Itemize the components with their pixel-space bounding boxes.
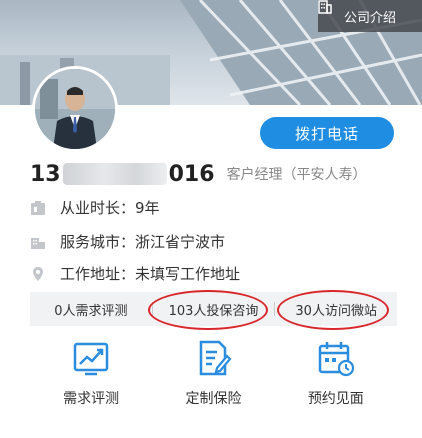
highlight-ring-consult — [148, 290, 268, 330]
phone-suffix: 016 — [168, 161, 215, 187]
info-value: 未填写工作地址 — [135, 265, 241, 283]
calendar-icon — [318, 342, 354, 377]
info-value: 9年 — [135, 199, 160, 217]
stat-text: 0人需求评测 — [54, 303, 128, 319]
avatar — [32, 66, 118, 152]
chart-icon — [73, 342, 109, 376]
info-row-city: 服务城市： 浙江省宁波市 — [30, 231, 225, 252]
info-row-experience: 从业时长： 9年 — [30, 197, 160, 218]
location-icon — [33, 266, 43, 281]
info-label: 工作地址： — [60, 265, 136, 283]
phone-prefix: 13 — [30, 161, 61, 187]
highlight-ring-visits — [277, 290, 389, 330]
company-intro-label: 公司介绍 — [343, 10, 396, 26]
feature-label: 预约见面 — [307, 391, 364, 407]
company-intro-button[interactable]: 公司介绍 — [318, 0, 422, 32]
document-edit-icon — [200, 340, 232, 376]
experience-icon — [31, 200, 45, 215]
phone-row: 13 016 客户经理（平安人寿） — [30, 160, 367, 188]
info-label: 服务城市： — [60, 233, 136, 251]
stat-needs-assessment[interactable]: 0人需求评测 — [30, 300, 152, 319]
feature-label: 需求评测 — [63, 391, 120, 407]
phone-masked-digits — [62, 163, 167, 185]
agent-photo — [35, 69, 115, 149]
feature-needs-assessment[interactable]: 需求评测 — [41, 338, 141, 408]
call-button[interactable]: 拨打电话 — [260, 117, 394, 149]
feature-label: 定制保险 — [185, 391, 242, 407]
info-row-address: 工作地址： 未填写工作地址 — [30, 263, 240, 284]
feature-grid: 需求评测 定制保险 预约见面 — [30, 338, 397, 408]
agent-role: 客户经理（平安人寿） — [226, 167, 367, 183]
info-value: 浙江省宁波市 — [135, 233, 226, 251]
building-icon — [318, 0, 332, 14]
info-label: 从业时长： — [60, 199, 136, 217]
feature-book-meeting[interactable]: 预约见面 — [286, 338, 386, 408]
city-icon — [31, 237, 45, 249]
feature-custom-insurance[interactable]: 定制保险 — [163, 338, 263, 408]
